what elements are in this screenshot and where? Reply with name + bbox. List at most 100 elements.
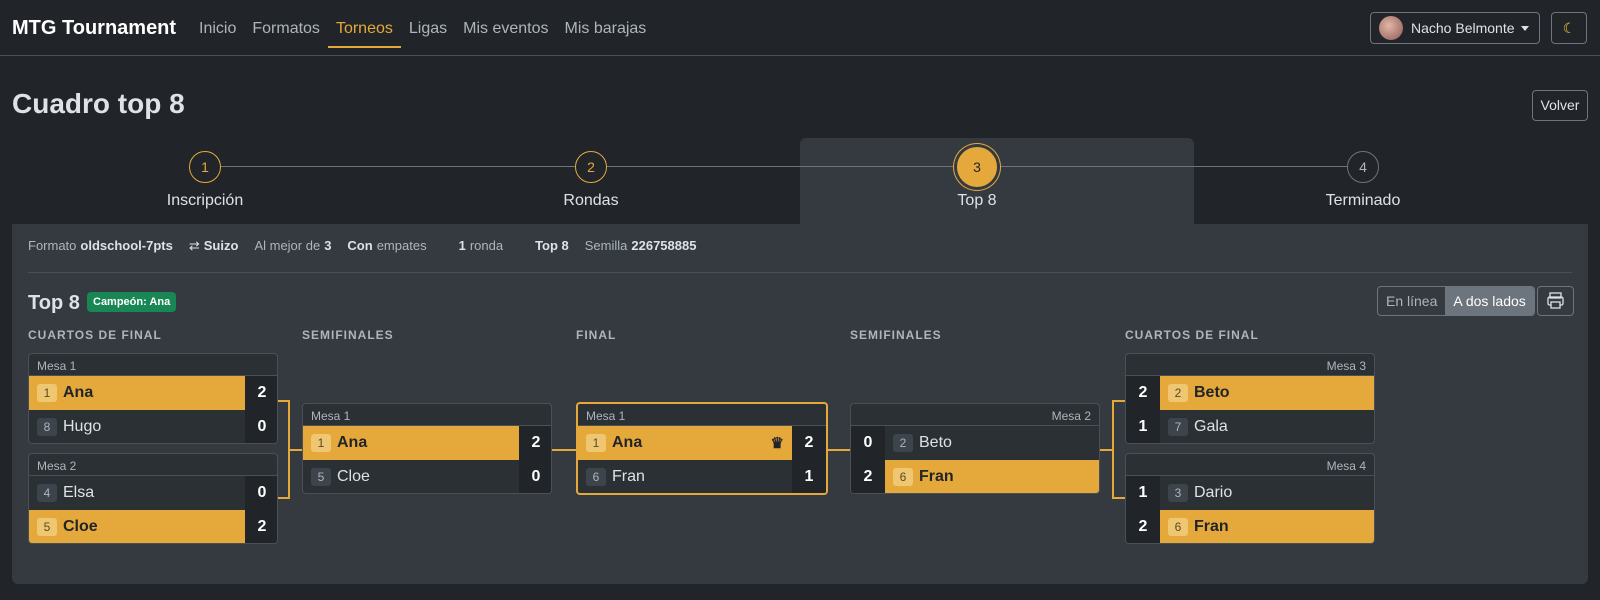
step-4-circle[interactable]: 4 [1347, 151, 1379, 183]
tournament-meta: Formato oldschool-7pts ⇄ Suizo Al mejor de… [28, 238, 712, 254]
player-name: Dario [1194, 484, 1233, 501]
match-qf4[interactable]: Mesa 4 1 2 3 Dario 6 Fran [1125, 453, 1375, 544]
player-row[interactable]: 6 Fran [578, 460, 792, 493]
chevron-down-icon [1521, 26, 1529, 31]
nav-formatos[interactable]: Formatos [244, 0, 328, 48]
match-table: Mesa 1 [578, 404, 826, 426]
match-qf1[interactable]: Mesa 1 1 Ana 8 Hugo 2 0 [28, 353, 278, 444]
seed-badge: 6 [586, 468, 606, 486]
view-inline-button[interactable]: En línea [1378, 287, 1445, 315]
step-1-label: Inscripción [166, 192, 244, 209]
meta-rounds: 1 ronda [458, 238, 504, 253]
seed-badge: 8 [37, 418, 57, 436]
back-button[interactable]: Volver [1532, 90, 1588, 121]
seed-badge: 1 [586, 434, 606, 452]
seed-badge: 4 [37, 484, 57, 502]
score: 2 [851, 460, 885, 493]
player-name: Ana [337, 434, 368, 451]
player-row[interactable]: 7 Gala [1160, 410, 1374, 443]
score: 2 [1126, 376, 1160, 410]
score: 1 [1126, 410, 1160, 443]
seed-badge: 6 [1168, 518, 1188, 536]
score: 2 [245, 376, 277, 410]
brand-logo[interactable]: MTG Tournament [12, 17, 176, 40]
score: 2 [792, 426, 826, 460]
player-row[interactable]: 1 Ana [29, 376, 245, 410]
meta-top: Top 8 [535, 238, 569, 253]
connector [288, 449, 302, 451]
player-row[interactable]: 6 Fran [1160, 510, 1374, 543]
player-row[interactable]: 4 Elsa [29, 476, 245, 510]
moon-icon: ☾ [1562, 20, 1576, 36]
match-qf2[interactable]: Mesa 2 4 Elsa 5 Cloe 0 2 [28, 453, 278, 544]
tournament-stepper: 1 Inscripción 2 Rondas 3 Top 8 4 Termina… [12, 138, 1588, 224]
top8-card: Formato oldschool-7pts ⇄ Suizo Al mejor de… [12, 224, 1588, 584]
seed-badge: 5 [37, 518, 57, 536]
player-row[interactable]: 3 Dario [1160, 476, 1374, 510]
step-3-circle[interactable]: 3 [957, 147, 997, 187]
player-name: Fran [1194, 518, 1229, 535]
player-row[interactable]: 5 Cloe [303, 460, 519, 493]
header-qf-right: CUARTOS DE FINAL [1125, 328, 1259, 342]
connector [826, 449, 850, 451]
player-row[interactable]: 1 Ana ♛ [578, 426, 792, 460]
view-two-sides-button[interactable]: A dos lados [1445, 287, 1534, 315]
score: 1 [792, 460, 826, 493]
seed-badge: 3 [1168, 484, 1188, 502]
theme-toggle-button[interactable]: ☾ [1551, 12, 1587, 44]
page-title: Cuadro top 8 [12, 88, 185, 119]
nav-inicio[interactable]: Inicio [191, 0, 244, 48]
print-button[interactable] [1537, 286, 1574, 316]
match-table: Mesa 4 [1126, 454, 1374, 476]
navbar: MTG Tournament Inicio Formatos Torneos L… [0, 0, 1600, 56]
match-final[interactable]: Mesa 1 1 Ana ♛ 6 Fran 2 1 [576, 402, 828, 495]
header-sf-left: SEMIFINALES [302, 328, 394, 342]
player-name: Cloe [337, 468, 370, 485]
match-sf1[interactable]: Mesa 1 1 Ana 5 Cloe 2 0 [302, 403, 552, 494]
step-connector [205, 166, 591, 167]
match-sf2[interactable]: Mesa 2 0 2 2 Beto 6 Fran [850, 403, 1100, 494]
score: 1 [1126, 476, 1160, 510]
step-connector [591, 166, 977, 167]
user-name: Nacho Belmonte [1411, 20, 1515, 36]
nav-ligas[interactable]: Ligas [401, 0, 455, 48]
seed-badge: 1 [311, 434, 331, 452]
player-name: Fran [919, 468, 954, 485]
match-qf3[interactable]: Mesa 3 2 1 2 Beto 7 Gala [1125, 353, 1375, 444]
player-name: Gala [1194, 418, 1228, 435]
active-step-tab [800, 138, 1194, 224]
nav-mis-eventos[interactable]: Mis eventos [455, 0, 556, 48]
match-table: Mesa 1 [29, 354, 277, 376]
header-final: FINAL [576, 328, 617, 342]
nav-torneos[interactable]: Torneos [327, 0, 401, 48]
nav-mis-barajas[interactable]: Mis barajas [556, 0, 654, 48]
seed-badge: 1 [37, 384, 57, 402]
player-name: Beto [1194, 384, 1230, 401]
player-row[interactable]: 1 Ana [303, 426, 519, 460]
seed-badge: 6 [893, 468, 913, 486]
score: 2 [1126, 510, 1160, 543]
meta-bestof: Al mejor de 3 [254, 238, 332, 253]
user-menu-button[interactable]: Nacho Belmonte [1370, 12, 1540, 44]
seed-badge: 2 [893, 434, 913, 452]
meta-format: Formato oldschool-7pts [28, 238, 173, 253]
score: 2 [245, 510, 277, 543]
step-2-circle[interactable]: 2 [575, 151, 607, 183]
step-connector [977, 166, 1363, 167]
header-sf-right: SEMIFINALES [850, 328, 942, 342]
champion-badge: Campeón: Ana [87, 292, 177, 312]
player-row[interactable]: 5 Cloe [29, 510, 245, 543]
score: 0 [245, 476, 277, 510]
player-row[interactable]: 8 Hugo [29, 410, 245, 443]
divider [28, 272, 1572, 273]
player-row[interactable]: 2 Beto [885, 426, 1099, 460]
match-table: Mesa 2 [29, 454, 277, 476]
step-3-label: Top 8 [957, 192, 997, 209]
step-2-label: Rondas [563, 192, 619, 209]
player-row[interactable]: 6 Fran [885, 460, 1099, 493]
step-1-circle[interactable]: 1 [189, 151, 221, 183]
printer-icon [1547, 292, 1564, 309]
swap-icon: ⇄ [188, 238, 200, 253]
seed-badge: 2 [1168, 384, 1188, 402]
player-row[interactable]: 2 Beto [1160, 376, 1374, 410]
